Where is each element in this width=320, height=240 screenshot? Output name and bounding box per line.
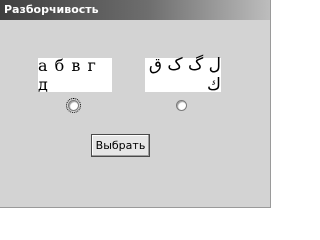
arabic-option-radio[interactable] <box>176 100 187 111</box>
legibility-dialog: Разборчивость а б в г д ﻝ ﮒ ﮎ ﻕ ﻙ Выбрат… <box>0 0 271 208</box>
window-title: Разборчивость <box>4 3 99 16</box>
title-bar[interactable]: Разборчивость <box>0 0 270 20</box>
cyrillic-sample: а б в г д <box>38 56 112 94</box>
arabic-sample: ﻝ ﮒ ﮎ ﻕ ﻙ <box>145 55 221 95</box>
select-button[interactable]: Выбрать <box>91 134 150 157</box>
cyrillic-option-radio[interactable] <box>66 98 81 113</box>
